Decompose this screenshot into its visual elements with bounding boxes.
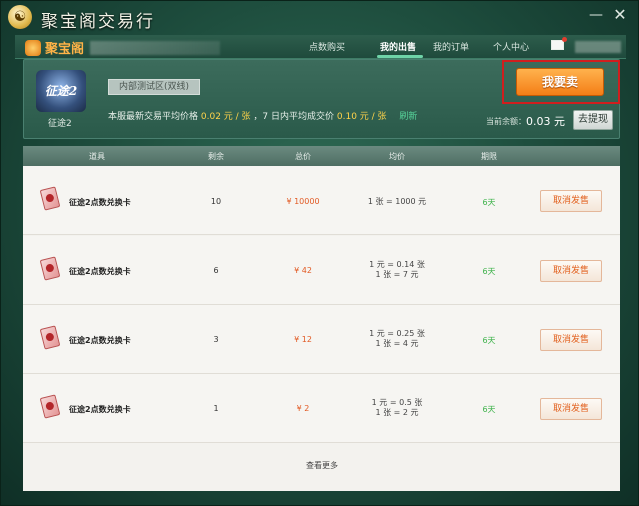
avg7-price: 0.10 元 / 张: [336, 112, 387, 122]
avg-price-line: 1 元 = 0.5 张: [371, 398, 423, 407]
total-price: ¥ 10000: [286, 197, 320, 206]
term-days: 6天: [482, 267, 496, 276]
sell-button-highlight: 我要卖: [502, 60, 620, 104]
game-logo: 征途2: [36, 70, 86, 112]
avg-price-line: 1 张 = 2 元: [375, 408, 419, 417]
game-name: 征途2: [48, 119, 72, 129]
close-button[interactable]: ✕: [609, 5, 631, 25]
avg-price: 1 元 = 0.5 张 1 张 = 2 元: [372, 398, 423, 418]
exchange-card-icon: [39, 256, 61, 281]
latest-price: 0.02 元 / 张: [200, 112, 251, 122]
remaining-count: 1: [213, 404, 219, 413]
minimize-button[interactable]: —: [585, 5, 607, 25]
column-header-remaining: 剩余: [208, 152, 224, 161]
remaining-count: 10: [210, 197, 222, 206]
cancel-sale-button[interactable]: 取消发售: [540, 260, 602, 282]
refresh-link[interactable]: 刷新: [399, 112, 417, 122]
term-days: 6天: [482, 336, 496, 345]
table-row: 征途2点数兑换卡 6 ¥ 42 1 元 = 0.14 张 1 张 = 7 元 6…: [23, 236, 620, 305]
top-nav: 聚宝阁 点数购买 我的出售 我的订单 个人中心: [15, 35, 626, 59]
app-logo-icon: ☯: [8, 5, 32, 29]
column-header-term: 期限: [481, 152, 497, 161]
brand[interactable]: 聚宝阁: [25, 38, 221, 57]
balance-label: 当前余额：: [486, 117, 526, 126]
table-row: 征途2点数兑换卡 10 ¥ 10000 1 张 = 1000 元 6天 取消发售: [23, 166, 620, 235]
brand-icon: [25, 39, 41, 56]
avg-price: 1 元 = 0.14 张 1 张 = 7 元: [369, 260, 425, 280]
price-prefix: 本服最新交易平均价格: [108, 112, 199, 122]
table-header: 道具 剩余 总价 均价 期限: [23, 146, 620, 166]
table-row: 征途2点数兑换卡 3 ¥ 12 1 元 = 0.25 张 1 张 = 4 元 6…: [23, 305, 620, 374]
app-window: ☯ 聚宝阁交易行 — ✕ 聚宝阁 点数购买 我的出售 我的订单 个人中心 征途2…: [0, 0, 639, 506]
total-price: ¥ 42: [294, 266, 312, 275]
term-days: 6天: [482, 405, 496, 414]
avg-price-line: 1 张 = 4 元: [375, 339, 419, 348]
server-badge: 内部测试区(双线): [108, 79, 200, 95]
view-more-link[interactable]: 查看更多: [306, 460, 338, 471]
item-name: 征途2点数兑换卡: [69, 336, 131, 345]
avg-price-line: 1 张 = 7 元: [375, 270, 419, 279]
avg-price: 1 元 = 0.25 张 1 张 = 4 元: [369, 329, 425, 349]
cancel-sale-button[interactable]: 取消发售: [540, 398, 602, 420]
mail-icon[interactable]: [551, 37, 567, 50]
table-row: 征途2点数兑换卡 1 ¥ 2 1 元 = 0.5 张 1 张 = 2 元 6天 …: [23, 374, 620, 443]
cancel-sale-button[interactable]: 取消发售: [540, 329, 602, 351]
price-summary: 本服最新交易平均价格 0.02 元 / 张 ，7 日内平均成交价 0.10 元 …: [108, 109, 417, 122]
avg-price-line: 1 元 = 0.25 张: [369, 329, 425, 338]
nav-item-profile[interactable]: 个人中心: [493, 40, 529, 53]
brand-redacted-area: [90, 40, 221, 55]
cancel-sale-button[interactable]: 取消发售: [540, 190, 602, 212]
total-price: ¥ 2: [296, 404, 310, 413]
account-info-panel: 征途2 征途2 内部测试区(双线) 本服最新交易平均价格 0.02 元 / 张 …: [23, 59, 620, 139]
term-days: 6天: [482, 198, 496, 207]
item-name: 征途2点数兑换卡: [69, 198, 131, 207]
sell-button[interactable]: 我要卖: [516, 68, 604, 96]
withdraw-button[interactable]: 去提现: [573, 110, 613, 130]
remaining-count: 3: [213, 335, 219, 344]
exchange-card-icon: [39, 186, 61, 211]
nav-item-my-sales[interactable]: 我的出售: [380, 40, 416, 53]
nav-item-buy-points[interactable]: 点数购买: [309, 40, 345, 53]
avg-price: 1 张 = 1000 元: [368, 197, 426, 207]
remaining-count: 6: [213, 266, 219, 275]
price-mid-text: ，7 日内平均成交价: [253, 112, 335, 122]
total-price: ¥ 12: [294, 335, 312, 344]
username-redacted-area: [575, 41, 621, 53]
brand-name: 聚宝阁: [45, 42, 85, 57]
title-bar: ☯ 聚宝阁交易行 — ✕: [1, 1, 639, 33]
avg-price-line: 1 张 = 1000 元: [367, 197, 427, 206]
balance-value: 0.03 元: [526, 115, 565, 128]
column-header-item: 道具: [89, 152, 105, 161]
avg-price-line: 1 元 = 0.14 张: [369, 260, 425, 269]
active-tab-indicator: [377, 55, 423, 58]
exchange-card-icon: [39, 394, 61, 419]
sales-table: 道具 剩余 总价 均价 期限 征途2点数兑换卡 10 ¥ 10000 1 张 =…: [23, 146, 620, 491]
exchange-card-icon: [39, 325, 61, 350]
item-name: 征途2点数兑换卡: [69, 267, 131, 276]
nav-item-my-orders[interactable]: 我的订单: [433, 40, 469, 53]
window-title: 聚宝阁交易行: [41, 12, 155, 32]
column-header-avg: 均价: [389, 152, 405, 161]
column-header-total: 总价: [295, 152, 311, 161]
item-name: 征途2点数兑换卡: [69, 405, 131, 414]
